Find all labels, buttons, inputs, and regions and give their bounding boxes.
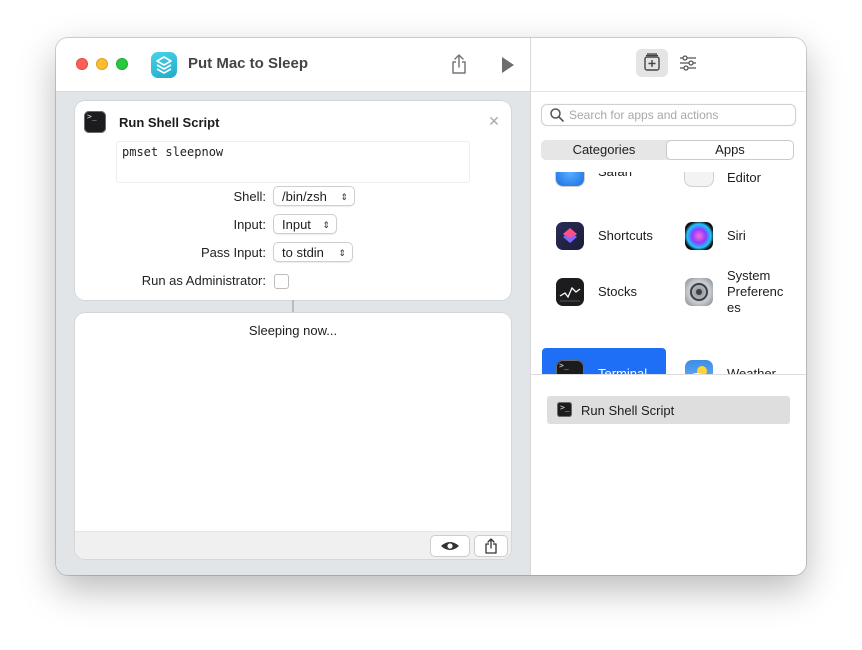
pass-input-value: to stdin: [282, 245, 324, 260]
input-value: Input: [282, 217, 311, 232]
library-segmented-control: Categories Apps: [541, 140, 794, 160]
shell-popup[interactable]: /bin/zsh ⇕: [273, 186, 355, 206]
share-icon[interactable]: [449, 53, 469, 75]
search-placeholder: Search for apps and actions: [569, 108, 719, 122]
titlebar: Put Mac to Sleep: [56, 38, 530, 92]
action-list-label: Run Shell Script: [581, 403, 675, 418]
quick-look-button[interactable]: [430, 535, 470, 557]
result-toolbar: [75, 531, 511, 559]
weather-icon: [685, 360, 713, 374]
terminal-icon: [557, 402, 572, 417]
app-tile-system-preferences[interactable]: System Preferenc es: [671, 266, 795, 318]
pass-input-popup[interactable]: to stdin ⇕: [273, 242, 353, 262]
app-name-line: System: [727, 268, 771, 283]
script-editor[interactable]: pmset sleepnow: [116, 141, 470, 183]
tab-categories[interactable]: Categories: [541, 140, 667, 160]
chevron-updown-icon: ⇕: [338, 248, 346, 258]
action-title: Run Shell Script: [119, 115, 220, 130]
app-name-shortcuts: Shortcuts: [598, 228, 653, 243]
apps-grid: Safari Editor Shortcuts Siri: [531, 172, 806, 375]
remove-action-icon[interactable]: ✕: [486, 113, 502, 130]
app-name-editor: Editor: [727, 172, 761, 185]
app-tile-siri[interactable]: Siri: [671, 210, 795, 262]
share-result-button[interactable]: [474, 535, 508, 557]
input-label: Input:: [233, 217, 266, 232]
terminal-icon: [84, 111, 106, 133]
result-panel: Sleeping now...: [75, 313, 511, 559]
action-connector: [292, 300, 294, 312]
chevron-updown-icon: ⇕: [340, 192, 348, 202]
chevron-updown-icon: ⇕: [322, 220, 330, 230]
sidebar-toolbar: [531, 38, 806, 92]
action-library-button[interactable]: [636, 49, 668, 77]
shortcuts-icon: [556, 222, 584, 250]
zoom-window-button[interactable]: [116, 58, 128, 70]
shell-value: /bin/zsh: [282, 189, 327, 204]
app-name-siri: Siri: [727, 228, 746, 243]
app-tile-terminal[interactable]: Terminal: [542, 348, 666, 375]
search-icon: [550, 108, 564, 122]
window-title[interactable]: Put Mac to Sleep: [188, 55, 308, 72]
shortcut-icon[interactable]: [151, 52, 177, 78]
terminal-icon: [556, 360, 584, 374]
library-sidebar: Search for apps and actions Categories A…: [530, 38, 806, 575]
run-icon[interactable]: [500, 56, 516, 74]
safari-icon: [556, 172, 584, 186]
result-text: Sleeping now...: [248, 323, 338, 338]
admin-label: Run as Administrator:: [141, 273, 266, 288]
script-text[interactable]: pmset sleepnow: [122, 145, 223, 159]
search-field[interactable]: Search for apps and actions: [541, 104, 796, 126]
run-shell-script-action[interactable]: Run Shell Script ✕ pmset sleepnow Shell:…: [75, 101, 511, 300]
close-window-button[interactable]: [76, 58, 88, 70]
app-tile-weather[interactable]: Weather: [671, 348, 795, 375]
stocks-icon: [556, 278, 584, 306]
pass-input-label: Pass Input:: [200, 245, 266, 260]
admin-checkbox[interactable]: [274, 274, 289, 289]
app-name-stocks: Stocks: [598, 284, 638, 299]
app-tile-stocks[interactable]: Stocks: [542, 266, 666, 318]
share-icon: [485, 538, 497, 554]
action-list-item[interactable]: Run Shell Script: [547, 396, 790, 424]
app-name-line: es: [727, 300, 741, 315]
input-popup[interactable]: Input ⇕: [273, 214, 337, 234]
shell-label: Shell:: [233, 189, 266, 204]
siri-icon: [685, 222, 713, 250]
shortcuts-window: Put Mac to Sleep Run Shell Script ✕ pmse…: [56, 38, 806, 575]
eye-icon: [441, 542, 459, 550]
app-name-safari: Safari: [598, 172, 632, 180]
app-name-terminal: Terminal: [598, 366, 648, 375]
app-name-weather: Weather: [727, 366, 776, 375]
library-icon: [644, 53, 660, 71]
app-name-line: Preferenc: [727, 284, 784, 299]
editor-pane: Put Mac to Sleep Run Shell Script ✕ pmse…: [56, 38, 530, 575]
minimize-window-button[interactable]: [96, 58, 108, 70]
shortcut-details-icon[interactable]: [678, 53, 698, 73]
app-tile-safari[interactable]: Safari: [542, 172, 666, 198]
app-name-system-preferences: System Preferenc es: [727, 268, 783, 316]
tab-apps[interactable]: Apps: [667, 141, 793, 159]
app-tile-shortcuts[interactable]: Shortcuts: [542, 210, 666, 262]
script-editor-icon: [685, 172, 713, 186]
gear-icon: [685, 278, 713, 306]
app-tile-editor[interactable]: Editor: [671, 172, 795, 198]
